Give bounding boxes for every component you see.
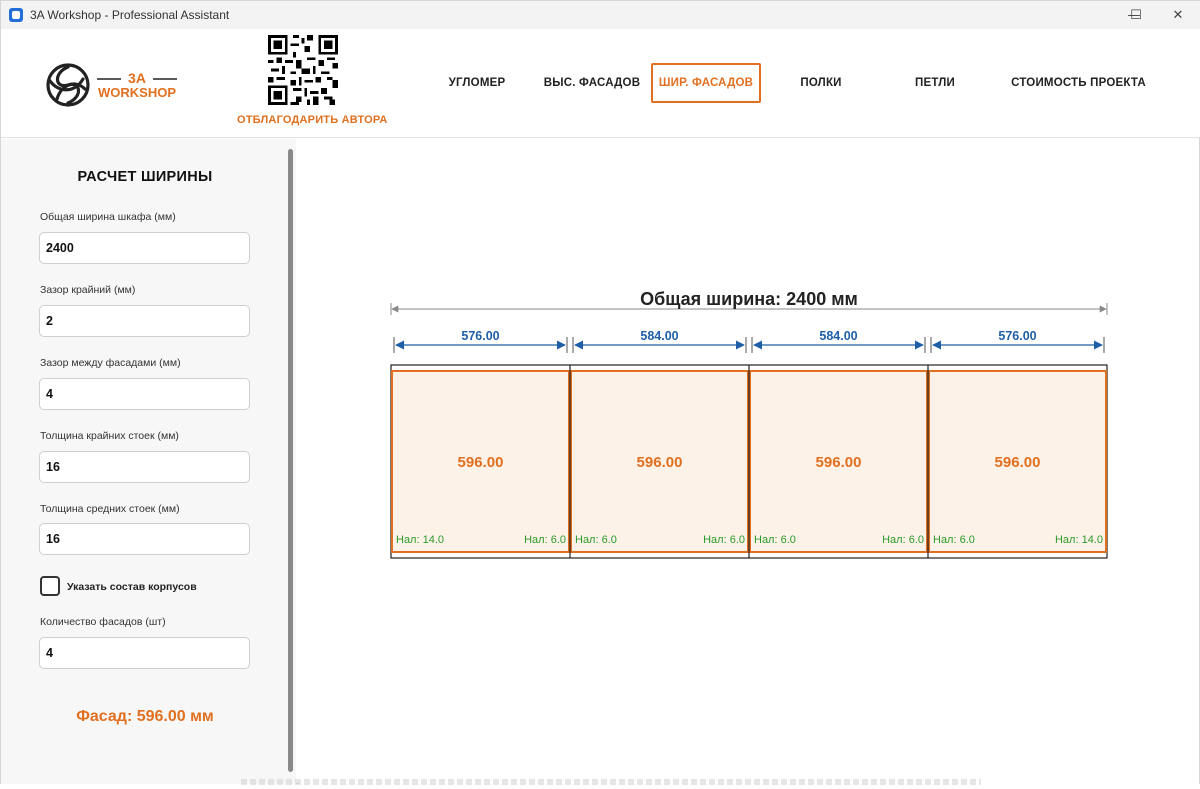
facade-3-right-overlay: Нал: 6.0 xyxy=(882,534,924,546)
facade-1-right-overlay: Нал: 6.0 xyxy=(524,534,566,546)
facade-3-left-overlay: Нал: 6.0 xyxy=(754,534,796,546)
tab-facade-heights[interactable]: ВЫС. ФАСАДОВ xyxy=(541,63,643,103)
total-width-label: Общая ширина: 2400 мм xyxy=(640,289,858,309)
facade-2-height-label: 596.00 xyxy=(637,454,683,471)
facade-4-height-label: 596.00 xyxy=(995,454,1041,471)
tab-facade-widths[interactable]: ШИР. ФАСАДОВ xyxy=(651,63,761,103)
facade-4-left-overlay: Нал: 6.0 xyxy=(933,534,975,546)
between-gap-label: Зазор между фасадами (мм) xyxy=(40,357,181,369)
logo-top-text: 3A xyxy=(128,70,146,86)
workshop-logo: 3A WORKSHOP xyxy=(46,63,177,107)
edge-gap-input[interactable] xyxy=(39,305,250,337)
facade-1-left-overlay: Нал: 14.0 xyxy=(396,534,444,546)
facade-3-height-label: 596.00 xyxy=(816,454,862,471)
facade-result: Фасад: 596.00 мм xyxy=(76,708,214,725)
tab-hinges[interactable]: ПЕТЛИ xyxy=(901,63,969,103)
facade-count-label: Количество фасадов (шт) xyxy=(40,616,166,628)
edge-gap-label: Зазор крайний (мм) xyxy=(40,284,136,296)
total-width-label: Общая ширина шкафа (мм) xyxy=(40,211,176,223)
maximize-button[interactable]: ☐ xyxy=(1113,1,1159,29)
facade-2-left-overlay: Нал: 6.0 xyxy=(575,534,617,546)
sidebar-scrollbar[interactable] xyxy=(288,149,293,772)
facade-2-right-overlay: Нал: 6.0 xyxy=(703,534,745,546)
between-gap-input[interactable] xyxy=(39,378,250,410)
facade-dimensions: 576.00 584.00 584.00 576.00 xyxy=(393,329,1105,353)
thank-author-link[interactable]: ОТБЛАГОДАРИТЬ АВТОРА xyxy=(237,114,388,126)
close-button[interactable]: ✕ xyxy=(1155,1,1200,29)
outer-post-thickness-input[interactable] xyxy=(39,451,250,483)
sidebar-title: РАСЧЕТ ШИРИНЫ xyxy=(77,169,213,185)
app-window: 3A Workshop - Professional Assistant — ☐… xyxy=(0,0,1200,785)
facade-count-input[interactable] xyxy=(39,637,250,669)
specify-cabinets-label[interactable]: Указать состав корпусов xyxy=(67,581,197,593)
tab-goniometer[interactable]: УГЛОМЕР xyxy=(441,63,513,103)
app-header: 3A WORKSHOP ОТБЛАГОДАРИТЬ АВТОРА УГЛОМЕР… xyxy=(1,29,1200,138)
facade-width-drawing: Общая ширина: 2400 мм 576.00 584.00 584.… xyxy=(390,289,1108,559)
outer-post-thickness-label: Толщина крайних стоек (мм) xyxy=(40,430,179,442)
drawing-canvas-area: Общая ширина: 2400 мм 576.00 584.00 584.… xyxy=(299,139,1199,784)
title-bar: 3A Workshop - Professional Assistant — ☐… xyxy=(1,1,1200,29)
facade-4-width-label: 576.00 xyxy=(998,329,1036,343)
total-width-input[interactable] xyxy=(39,232,250,264)
tab-project-cost[interactable]: СТОИМОСТЬ ПРОЕКТА xyxy=(1006,63,1151,103)
facade-1-height-label: 596.00 xyxy=(458,454,504,471)
middle-post-thickness-input[interactable] xyxy=(39,523,250,555)
facade-1-width-label: 576.00 xyxy=(461,329,499,343)
facade-3-width-label: 584.00 xyxy=(819,329,857,343)
specify-cabinets-checkbox[interactable] xyxy=(40,576,60,596)
facade-4-right-overlay: Нал: 14.0 xyxy=(1055,534,1103,546)
logo-bottom-text: WORKSHOP xyxy=(98,85,176,100)
window-title: 3A Workshop - Professional Assistant xyxy=(30,8,230,22)
middle-post-thickness-label: Толщина средних стоек (мм) xyxy=(40,503,180,515)
bottom-edge-text xyxy=(241,779,981,785)
app-icon xyxy=(9,8,23,22)
facade-2-width-label: 584.00 xyxy=(640,329,678,343)
facade-panels: 596.00 596.00 596.00 596.00 Нал: 14.0 На… xyxy=(391,365,1107,558)
tab-shelves[interactable]: ПОЛКИ xyxy=(791,63,851,103)
qr-code-image xyxy=(268,35,338,105)
